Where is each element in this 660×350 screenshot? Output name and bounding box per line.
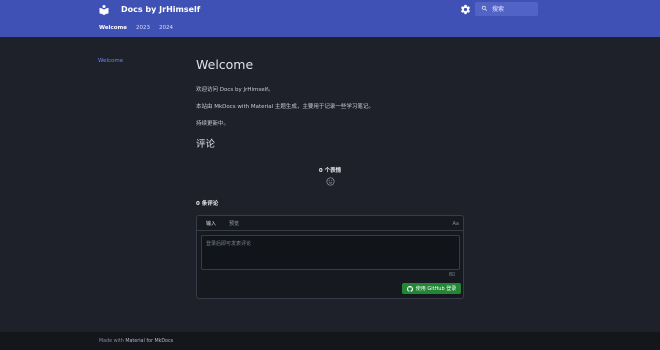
tab-write[interactable]: 输入 [206,220,216,227]
nav-tabs: Welcome 2023 2024 [99,24,173,32]
github-icon [406,285,413,292]
tab-preview[interactable]: 预览 [229,220,239,227]
search-icon [481,5,487,11]
comments-heading: 评论 [196,139,216,150]
footer: Made with Material for MkDocs [0,332,660,350]
markdown-icon [449,272,455,276]
main-content: Welcome 欢迎访问 Docs by JrHimself。 本站由 MkDo… [196,56,464,299]
paragraph-welcome: 欢迎访问 Docs by JrHimself。 [196,87,274,93]
github-login-label: 使用 GitHub 登录 [415,286,457,292]
reactions: 0 个表情 [196,167,464,186]
comment-textarea[interactable] [201,235,460,270]
comment-count: 0 条评论 [196,201,219,207]
top-header: Docs by JrHimself Welcome 2023 2024 [0,0,660,37]
sidebar-item-welcome[interactable]: Welcome [98,58,123,64]
reactions-count: 0 个表情 [318,168,342,174]
book-logo-icon[interactable] [98,4,110,16]
page-title: Welcome [196,57,254,72]
github-login-button[interactable]: 使用 GitHub 登录 [402,283,461,294]
search-box[interactable] [475,2,538,16]
site-title[interactable]: Docs by JrHimself [121,4,200,15]
text-format-icon[interactable]: Aa [453,221,459,227]
comment-box: 输入 预览 Aa 使用 GitHub 登录 [196,215,464,299]
tab-welcome[interactable]: Welcome [99,24,127,32]
search-input[interactable] [492,2,536,16]
tab-2024[interactable]: 2024 [159,24,173,32]
footer-text: Made with Material for MkDocs [99,339,173,344]
footer-made-with: Made with [99,339,124,344]
gear-icon[interactable] [460,4,471,15]
paragraph-updating: 持续更新中。 [196,121,230,127]
comment-box-tabs: 输入 预览 Aa [197,216,463,231]
smiley-icon[interactable] [326,177,335,186]
footer-link[interactable]: Material for MkDocs [125,339,173,344]
paragraph-about: 本站由 MkDocs with Material 主题生成，主要用于记录一些学习… [196,104,374,110]
tab-2023[interactable]: 2023 [136,24,150,32]
